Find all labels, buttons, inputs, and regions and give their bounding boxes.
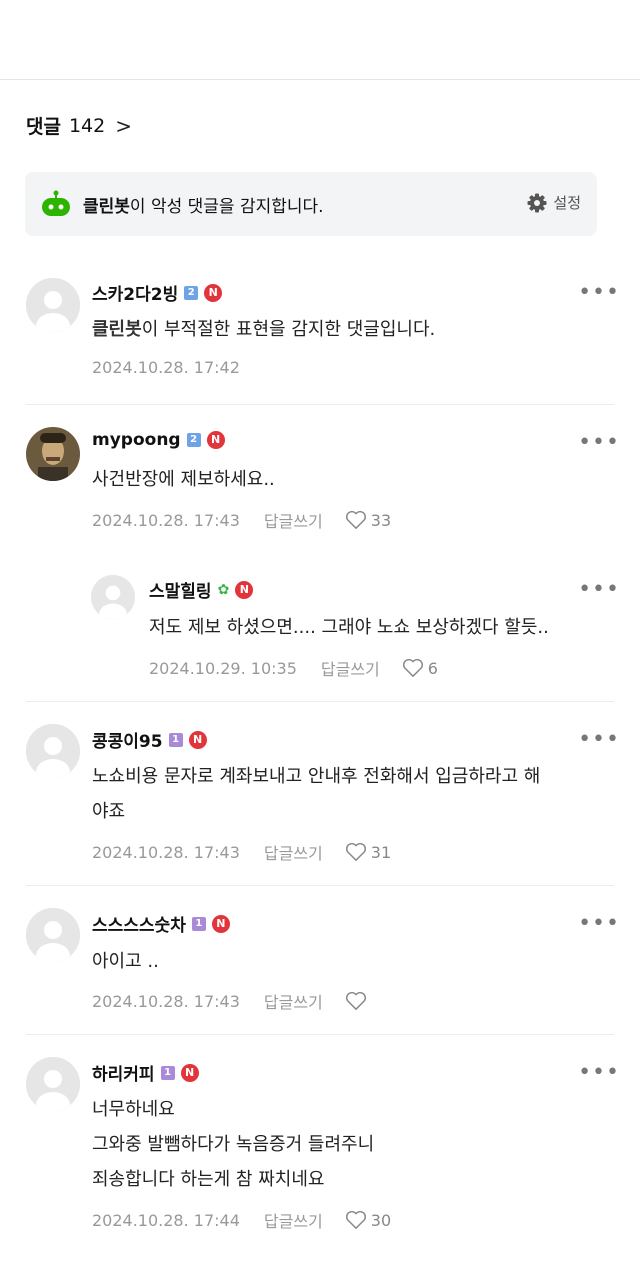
comment-author[interactable]: 스말힐링 ✿ N xyxy=(149,577,254,602)
avatar[interactable] xyxy=(26,724,80,778)
comment-body: 사건반장에 제보하세요.. xyxy=(92,469,275,490)
comment-date: 2024.10.29. 10:35 xyxy=(149,658,297,678)
naver-badge: N xyxy=(180,1063,199,1082)
comments-header[interactable]: 댓글 142 > xyxy=(26,112,132,139)
like-count: 31 xyxy=(370,842,392,862)
avatar[interactable] xyxy=(91,575,135,619)
comments-count: 142 xyxy=(68,114,106,137)
like-count: 6 xyxy=(427,658,438,678)
heart-icon xyxy=(345,842,366,861)
comment-date: 2024.10.28. 17:43 xyxy=(92,842,240,862)
naver-badge: N xyxy=(204,283,223,302)
sprout-icon: ✿ xyxy=(217,581,230,598)
heart-icon xyxy=(345,991,366,1010)
reply-button[interactable]: 답글쓰기 xyxy=(264,1208,323,1232)
level-badge: 1 xyxy=(191,916,206,931)
naver-badge: N xyxy=(211,914,230,933)
more-options-icon[interactable]: ••• xyxy=(578,430,620,455)
more-options-icon[interactable]: ••• xyxy=(578,577,620,602)
reply-button[interactable]: 답글쓰기 xyxy=(321,656,380,680)
naver-badge: N xyxy=(235,580,254,599)
level-badge: 2 xyxy=(186,433,201,447)
comment-body: 너무하네요 그와중 발뺌하다가 녹음증거 들려주니 죄송합니다 하는게 참 짜치… xyxy=(92,1099,375,1190)
divider xyxy=(26,1034,614,1035)
settings-button[interactable]: 설정 xyxy=(527,192,581,213)
comment-body: 클린봇이 부적절한 표현을 감지한 댓글입니다. xyxy=(92,319,436,340)
gear-icon xyxy=(527,193,547,212)
comment-body: 노쇼비용 문자로 계좌보내고 안내후 전화해서 입금하라고 해 야죠 xyxy=(92,766,541,822)
settings-label: 설정 xyxy=(553,194,581,212)
like-count: 33 xyxy=(370,510,392,530)
cleanbot-message: 클린봇이 악성 댓글을 감지합니다. xyxy=(83,197,324,217)
reply-button[interactable]: 답글쓰기 xyxy=(264,989,323,1013)
comment-body: 저도 제보 하셨으면.... 그래야 노쇼 보상하겠다 할듯.. xyxy=(149,617,549,638)
divider xyxy=(26,404,614,405)
cleanbot-banner: 클린봇이 악성 댓글을 감지합니다. 설정 xyxy=(25,172,597,236)
top-divider xyxy=(0,79,640,80)
comment-meta: 2024.10.29. 10:35 답글쓰기 6 xyxy=(149,656,438,680)
more-options-icon[interactable]: ••• xyxy=(578,1060,620,1085)
comment-author[interactable]: 하리커피 1 N xyxy=(92,1060,199,1085)
comment-meta: 2024.10.28. 17:43 답글쓰기 xyxy=(92,989,371,1013)
more-options-icon[interactable]: ••• xyxy=(578,727,620,752)
divider xyxy=(26,701,614,702)
more-options-icon[interactable]: ••• xyxy=(578,280,620,305)
more-options-icon[interactable]: ••• xyxy=(578,911,620,936)
comment-author[interactable]: 스카2다2빙 2 N xyxy=(92,280,223,305)
comment-date: 2024.10.28. 17:43 xyxy=(92,510,240,530)
comment-author[interactable]: mypoong 2 N xyxy=(92,430,225,450)
avatar[interactable] xyxy=(26,278,80,332)
comment-author[interactable]: 콩콩이95 1 N xyxy=(92,727,207,752)
cleanbot-icon xyxy=(42,190,70,216)
heart-icon xyxy=(402,658,423,677)
like-button[interactable]: 31 xyxy=(345,842,391,862)
avatar[interactable] xyxy=(26,908,80,962)
reply-button[interactable]: 답글쓰기 xyxy=(264,840,323,864)
like-button[interactable]: 30 xyxy=(345,1210,391,1230)
heart-icon xyxy=(345,1210,366,1229)
comments-title: 댓글 xyxy=(26,116,61,138)
divider xyxy=(26,885,614,886)
like-button[interactable] xyxy=(345,991,371,1011)
level-badge: 1 xyxy=(168,732,183,747)
naver-badge: N xyxy=(188,730,207,749)
level-badge: 2 xyxy=(184,285,199,300)
avatar[interactable] xyxy=(26,1057,80,1111)
chevron-right-icon: > xyxy=(115,113,132,138)
comment-date: 2024.10.28. 17:42 xyxy=(92,358,240,377)
avatar[interactable] xyxy=(26,427,80,481)
comment-meta: 2024.10.28. 17:43 답글쓰기 31 xyxy=(92,840,391,864)
comment-date: 2024.10.28. 17:43 xyxy=(92,991,240,1011)
like-button[interactable]: 6 xyxy=(402,658,438,678)
comment-date: 2024.10.28. 17:44 xyxy=(92,1210,240,1230)
comment-meta: 2024.10.28. 17:44 답글쓰기 30 xyxy=(92,1208,391,1232)
comment-author[interactable]: 스스스스숫차 1 N xyxy=(92,911,230,936)
level-badge: 1 xyxy=(160,1065,175,1080)
reply-button[interactable]: 답글쓰기 xyxy=(264,508,323,532)
like-count: 30 xyxy=(370,1210,392,1230)
comment-meta: 2024.10.28. 17:43 답글쓰기 33 xyxy=(92,508,391,532)
comment-body: 아이고 .. xyxy=(92,951,159,972)
naver-badge: N xyxy=(206,431,225,449)
comment-meta: 2024.10.28. 17:42 xyxy=(92,358,240,377)
like-button[interactable]: 33 xyxy=(345,510,391,530)
heart-icon xyxy=(345,510,366,529)
